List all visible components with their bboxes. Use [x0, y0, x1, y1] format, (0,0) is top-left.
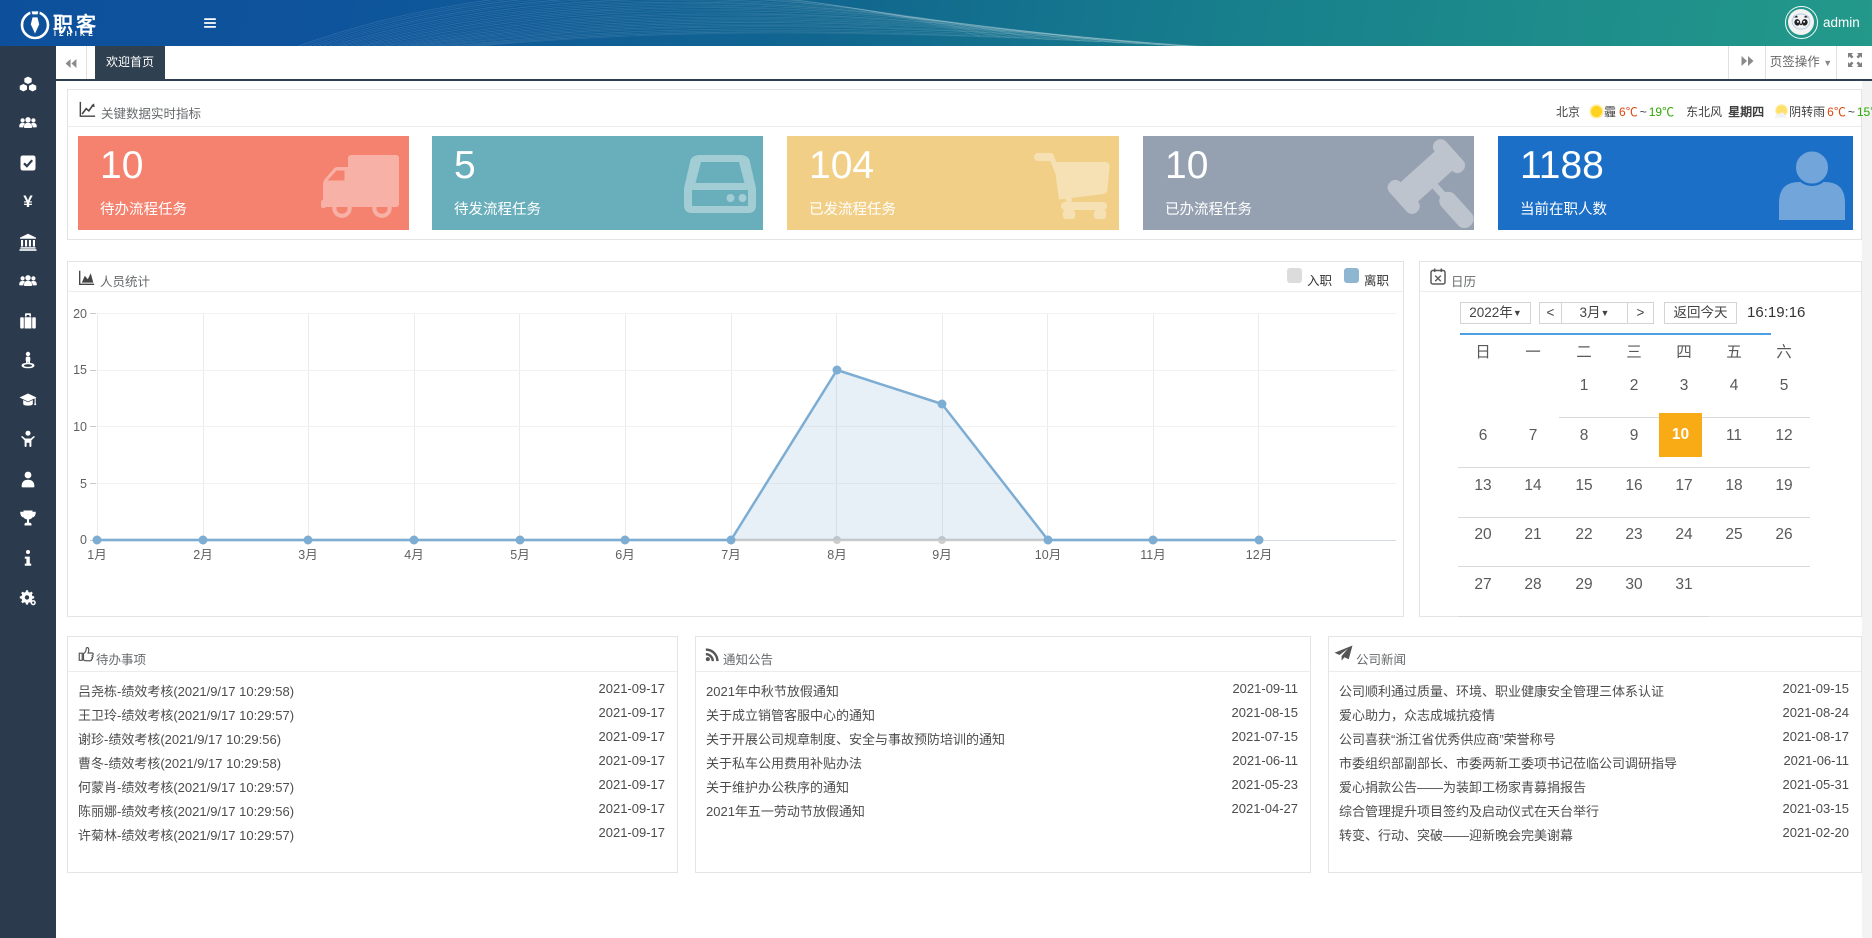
svg-text:10月: 10月 [1035, 548, 1061, 562]
svg-text:12月: 12月 [1246, 548, 1272, 562]
svg-text:20: 20 [73, 307, 87, 321]
svg-text:7月: 7月 [721, 548, 740, 562]
svg-text:3月: 3月 [298, 548, 317, 562]
svg-text:0: 0 [80, 533, 87, 547]
svg-text:6月: 6月 [615, 548, 634, 562]
svg-text:11月: 11月 [1140, 548, 1165, 562]
svg-text:5月: 5月 [510, 548, 529, 562]
svg-text:9月: 9月 [932, 548, 951, 562]
svg-text:15: 15 [73, 363, 87, 377]
svg-text:8月: 8月 [827, 548, 846, 562]
svg-text:4月: 4月 [404, 548, 423, 562]
svg-text:1月: 1月 [87, 548, 106, 562]
svg-text:5: 5 [80, 477, 87, 491]
svg-text:2月: 2月 [193, 548, 212, 562]
svg-text:10: 10 [73, 420, 87, 434]
